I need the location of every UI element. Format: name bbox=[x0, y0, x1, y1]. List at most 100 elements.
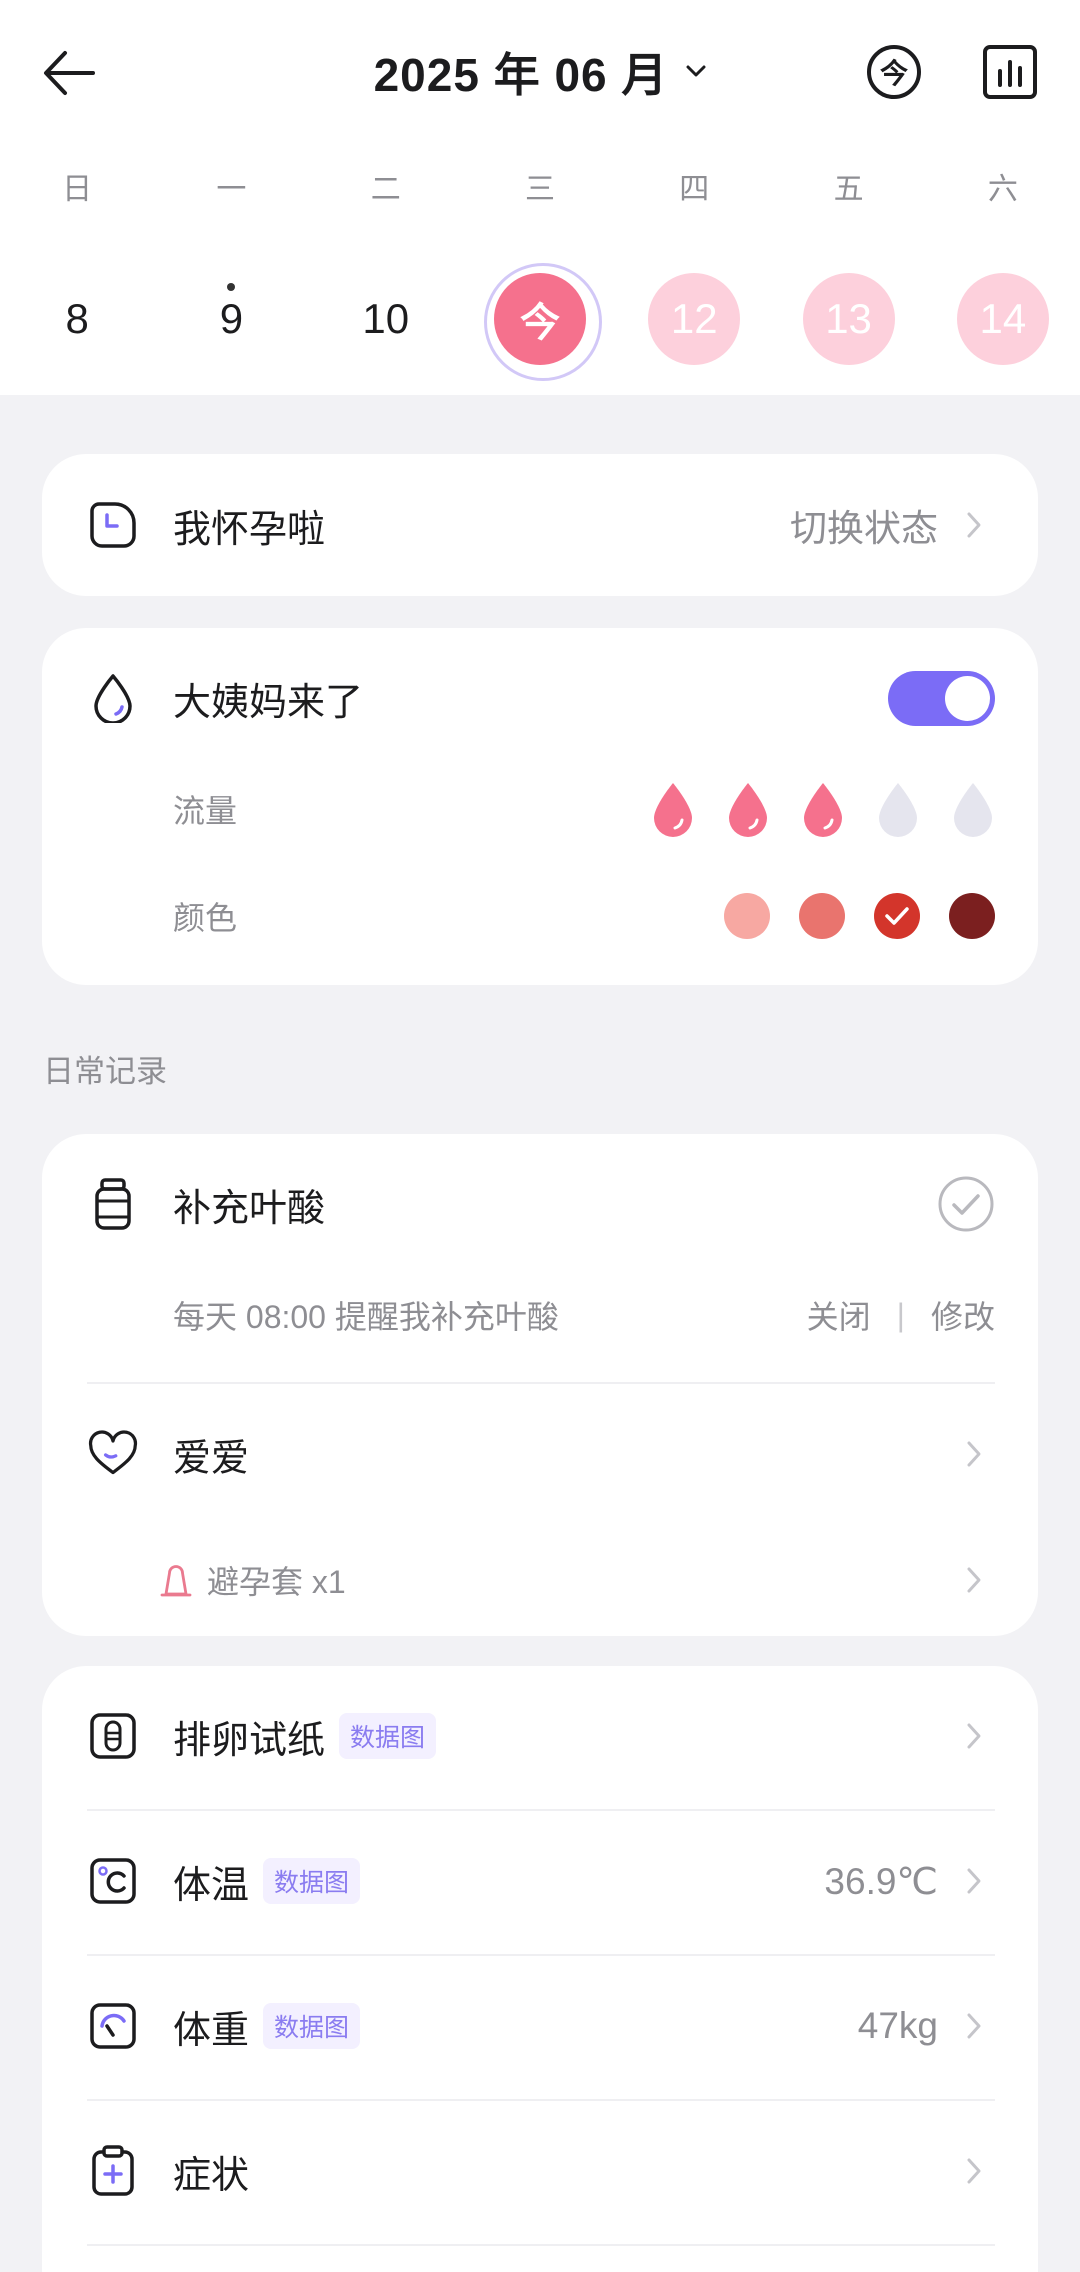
color-option[interactable] bbox=[724, 893, 770, 939]
app-screen: 2025 年 06 月 今 日 一 二 三 四 五 六 8 9 10 今 12 … bbox=[0, 0, 1080, 2272]
symptoms-row[interactable]: 症状 bbox=[42, 2101, 1038, 2241]
toggle-knob bbox=[945, 675, 990, 721]
separator: | bbox=[896, 1296, 905, 1333]
condom-icon bbox=[160, 1565, 192, 1597]
chevron-right-icon bbox=[967, 1567, 981, 1593]
switch-status-link[interactable]: 切换状态 bbox=[790, 498, 938, 552]
measurement-card: 排卵试纸 数据图 体温 数据图 36.9℃ 体重 数据图 47kg 症状 bbox=[42, 1666, 1038, 2272]
color-option[interactable] bbox=[799, 893, 845, 939]
check-icon bbox=[885, 907, 909, 925]
weekday-row: 日 一 二 三 四 五 六 bbox=[0, 168, 1080, 212]
status-label: 我怀孕啦 bbox=[173, 508, 326, 551]
week-date-row: 8 9 10 今 12 13 14 bbox=[0, 259, 1080, 381]
weekday-label: 一 bbox=[216, 173, 247, 206]
date-number: 8 bbox=[65, 295, 89, 342]
record-title: 体重 bbox=[173, 2009, 250, 2052]
today-button[interactable]: 今 bbox=[865, 43, 923, 101]
folic-acid-row: 补充叶酸 bbox=[42, 1134, 1038, 1274]
date-number: 10 bbox=[362, 295, 410, 342]
bar-chart-icon bbox=[983, 45, 1037, 99]
date-cell[interactable]: 10 bbox=[309, 259, 463, 379]
flow-drop-icon[interactable] bbox=[876, 781, 920, 837]
reminder-edit-button[interactable]: 修改 bbox=[931, 1292, 995, 1338]
temperature-value: 36.9℃ bbox=[824, 1860, 938, 1902]
month-picker[interactable]: 2025 年 06 月 bbox=[290, 40, 790, 104]
color-selector bbox=[724, 893, 995, 939]
daily-record-card: 补充叶酸 每天 08:00 提醒我补充叶酸 关闭 | 修改 爱爱 避孕套 x1 bbox=[42, 1134, 1038, 1636]
status-row[interactable]: 我怀孕啦 切换状态 bbox=[42, 454, 1038, 596]
weekday-label: 六 bbox=[987, 173, 1018, 206]
back-button[interactable] bbox=[38, 44, 100, 102]
flow-drop-icon[interactable] bbox=[951, 781, 995, 837]
divider bbox=[87, 2244, 995, 2246]
intimacy-title: 爱爱 bbox=[173, 1437, 250, 1480]
pregnancy-clock-icon bbox=[88, 498, 138, 552]
date-number: 14 bbox=[956, 273, 1049, 365]
chevron-right-icon bbox=[967, 1868, 981, 1894]
date-number: 13 bbox=[802, 273, 895, 365]
flow-label: 流量 bbox=[173, 793, 238, 829]
date-cell[interactable]: 8 bbox=[0, 259, 154, 379]
period-toggle-switch[interactable] bbox=[888, 670, 995, 726]
folic-acid-title: 补充叶酸 bbox=[173, 1187, 326, 1230]
period-title: 大姨妈来了 bbox=[173, 681, 364, 724]
folic-reminder-row: 每天 08:00 提醒我补充叶酸 关闭 | 修改 bbox=[42, 1284, 1038, 1346]
period-toggle-row: 大姨妈来了 bbox=[42, 628, 1038, 768]
drop-icon bbox=[88, 671, 138, 725]
flow-drop-icon[interactable] bbox=[726, 781, 770, 837]
color-option[interactable] bbox=[874, 893, 920, 939]
ovulation-test-icon bbox=[88, 1709, 138, 1763]
intimacy-row[interactable]: 爱爱 bbox=[42, 1384, 1038, 1524]
pregnancy-status-card[interactable]: 我怀孕啦 切换状态 bbox=[42, 454, 1038, 596]
section-label-daily: 日常记录 bbox=[43, 1054, 167, 1089]
period-card: 大姨妈来了 流量 颜色 bbox=[42, 628, 1038, 985]
date-number-today: 今 bbox=[493, 273, 586, 365]
reminder-text: 每天 08:00 提醒我补充叶酸 bbox=[173, 1299, 559, 1335]
chart-button[interactable] bbox=[981, 43, 1039, 101]
reminder-off-button[interactable]: 关闭 bbox=[807, 1292, 871, 1338]
chevron-down-icon bbox=[686, 65, 706, 77]
flow-drop-icon[interactable] bbox=[801, 781, 845, 837]
clipboard-plus-icon bbox=[88, 2144, 138, 2198]
thermometer-icon bbox=[88, 1854, 138, 1908]
arrow-left-icon bbox=[44, 51, 95, 95]
weekday-label: 五 bbox=[833, 173, 864, 206]
data-chart-badge[interactable]: 数据图 bbox=[339, 1713, 437, 1759]
date-cell[interactable]: 14 bbox=[926, 259, 1080, 379]
chevron-right-icon bbox=[967, 2158, 981, 2184]
date-cell[interactable]: 13 bbox=[771, 259, 925, 379]
flow-row: 流量 bbox=[42, 778, 1038, 840]
data-chart-badge[interactable]: 数据图 bbox=[263, 2003, 361, 2049]
weekday-label: 二 bbox=[370, 173, 401, 206]
weekday-label: 四 bbox=[679, 173, 710, 206]
month-title: 2025 年 06 月 bbox=[373, 49, 669, 101]
date-cell-today[interactable]: 今 bbox=[463, 259, 617, 381]
date-number: 12 bbox=[648, 273, 741, 365]
color-label: 颜色 bbox=[173, 900, 238, 936]
flow-drop-icon[interactable] bbox=[651, 781, 695, 837]
intimacy-detail-row[interactable]: 避孕套 x1 bbox=[42, 1544, 1038, 1616]
today-button-label: 今 bbox=[879, 58, 908, 89]
date-cell[interactable]: 12 bbox=[617, 259, 771, 379]
date-cell[interactable]: 9 bbox=[154, 259, 308, 379]
ovulation-test-row[interactable]: 排卵试纸 数据图 bbox=[42, 1666, 1038, 1806]
weight-row[interactable]: 体重 数据图 47kg bbox=[42, 1956, 1038, 2096]
chevron-right-icon bbox=[967, 512, 981, 538]
bottle-icon bbox=[88, 1177, 138, 1231]
record-title: 体温 bbox=[173, 1864, 250, 1907]
record-title: 症状 bbox=[173, 2154, 250, 2197]
color-row: 颜色 bbox=[42, 885, 1038, 947]
scale-icon bbox=[88, 1999, 138, 2053]
check-circle-icon[interactable] bbox=[937, 1175, 995, 1233]
weekday-label: 日 bbox=[62, 173, 93, 206]
intimacy-detail: 避孕套 x1 bbox=[207, 1564, 346, 1600]
temperature-row[interactable]: 体温 数据图 36.9℃ bbox=[42, 1811, 1038, 1951]
date-number: 9 bbox=[219, 295, 244, 342]
chevron-right-icon bbox=[967, 1723, 981, 1749]
flow-selector bbox=[651, 781, 995, 837]
record-title: 排卵试纸 bbox=[173, 1719, 326, 1762]
weekday-label: 三 bbox=[524, 173, 555, 206]
color-option[interactable] bbox=[949, 893, 995, 939]
data-chart-badge[interactable]: 数据图 bbox=[263, 1858, 361, 1904]
chevron-right-icon bbox=[967, 2013, 981, 2039]
